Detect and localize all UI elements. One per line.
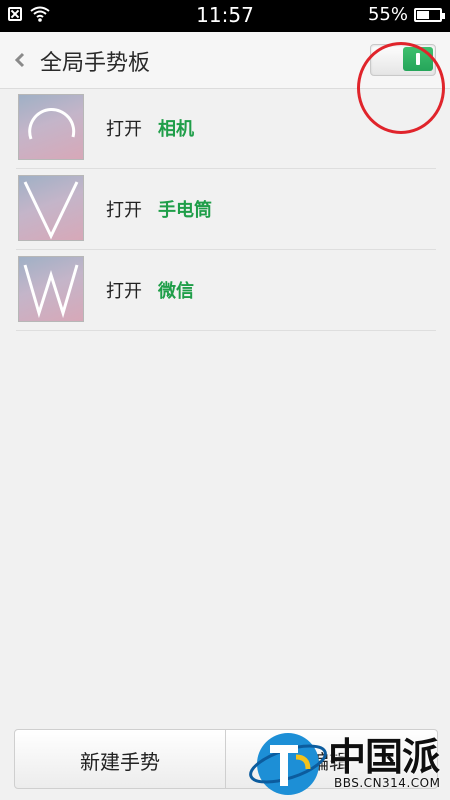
- watermark-subtext: BBS.CN314.COM: [334, 776, 441, 790]
- gesture-row[interactable]: 打开 微信: [16, 250, 436, 331]
- status-bar: 11:57 55%: [0, 0, 450, 32]
- gesture-w-icon: [18, 256, 84, 322]
- gesture-action: 打开: [106, 119, 142, 140]
- gesture-list: 打开 相机 打开 手电筒 打开 微信: [16, 88, 436, 331]
- gesture-target: 相机: [158, 119, 194, 140]
- battery-icon: [414, 7, 445, 22]
- site-watermark: 中国派 BBS.CN314.COM: [248, 724, 450, 800]
- gesture-action: 打开: [106, 200, 142, 221]
- new-gesture-label: 新建手势: [80, 750, 160, 774]
- page-title: 全局手势板: [40, 51, 151, 76]
- status-right: 55%: [367, 4, 445, 25]
- chevron-left-icon[interactable]: [14, 48, 26, 72]
- watermark-logo-icon: [249, 733, 327, 795]
- battery-fill: [417, 10, 429, 19]
- gesture-v-icon: [18, 175, 84, 241]
- gesture-arc-icon: [18, 94, 84, 160]
- watermark-text: 中国派: [328, 735, 440, 779]
- gesture-target: 手电筒: [158, 200, 212, 221]
- gesture-target: 微信: [158, 281, 194, 302]
- gesture-row[interactable]: 打开 手电筒: [16, 169, 436, 250]
- gesture-action: 打开: [106, 281, 142, 302]
- gesture-row[interactable]: 打开 相机: [16, 88, 436, 169]
- battery-percent: 55%: [367, 4, 408, 25]
- app-header: 全局手势板: [0, 32, 450, 134]
- new-gesture-button[interactable]: 新建手势: [15, 730, 226, 788]
